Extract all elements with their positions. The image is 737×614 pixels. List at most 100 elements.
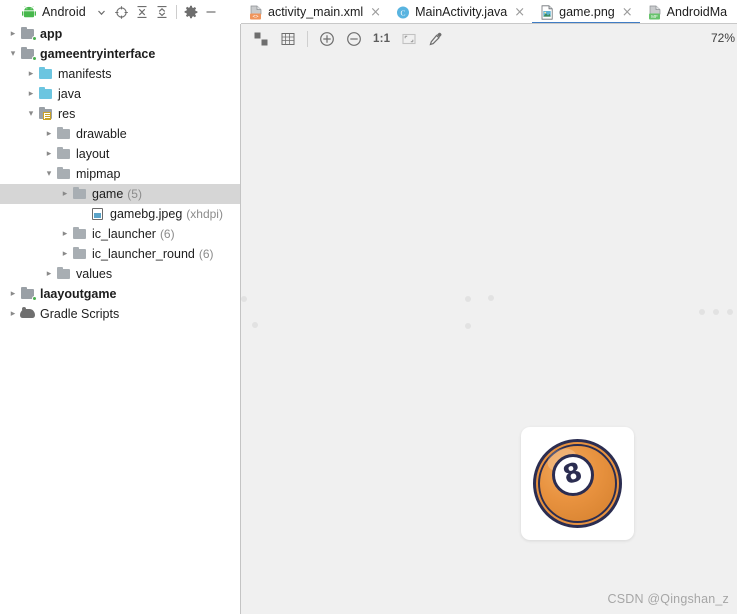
chevron-right-icon[interactable]: ▸	[6, 289, 20, 299]
image-preview-card[interactable]: 8	[521, 427, 634, 540]
chevron-right-icon[interactable]: ▸	[24, 89, 38, 99]
tree-row-label: laayoutgame	[40, 287, 117, 301]
project-tree[interactable]: ▸ app ▾ gameentryinterface ▸ manifests ▸…	[0, 24, 241, 614]
project-panel-title: Android	[42, 5, 86, 19]
image-canvas[interactable]: 8 CSDN @Qingshan_z	[241, 54, 737, 614]
tree-row-mipmap[interactable]: ▾ mipmap	[0, 164, 240, 184]
tree-row-gamebg-jpeg[interactable]: ▸ gamebg.jpeg (xhdpi)	[0, 204, 240, 224]
tab-label: MainActivity.java	[415, 5, 508, 19]
fit-to-window-button[interactable]	[396, 27, 422, 51]
toggle-transparency-chessboard-button[interactable]	[248, 27, 274, 51]
tree-row-label: manifests	[58, 67, 112, 81]
tab-label: game.png	[559, 5, 615, 19]
zoom-in-button[interactable]	[314, 27, 340, 51]
tree-row-res[interactable]: ▾ res	[0, 104, 240, 124]
blue-folder-icon	[38, 67, 54, 81]
actual-size-button[interactable]: 1:1	[368, 33, 395, 45]
module-folder-icon	[20, 47, 37, 61]
tree-row-label: layout	[76, 147, 110, 161]
project-panel-header: Android	[0, 0, 241, 24]
gray-folder-icon	[56, 267, 72, 281]
chevron-down-icon[interactable]	[92, 2, 112, 22]
canvas-speck	[252, 322, 258, 328]
res-folder-icon	[38, 107, 54, 121]
canvas-speck	[699, 309, 705, 315]
module-folder-icon	[20, 27, 37, 41]
chevron-down-icon[interactable]: ▾	[6, 49, 20, 59]
tree-row-label: res	[58, 107, 76, 121]
tab-label: activity_main.xml	[268, 5, 364, 19]
ball-number-label: 8	[559, 456, 586, 492]
tree-row-manifests[interactable]: ▸ manifests	[0, 64, 240, 84]
chevron-down-icon[interactable]: ▾	[42, 169, 56, 179]
tab-androidmanifest-xml[interactable]: MF AndroidMa	[640, 0, 734, 23]
chevron-down-icon[interactable]: ▾	[24, 109, 38, 119]
canvas-speck	[713, 309, 719, 315]
java-class-file-icon: C	[396, 5, 410, 20]
png-image-file-icon	[540, 4, 554, 20]
chevron-right-icon[interactable]: ▸	[42, 269, 56, 279]
gear-settings-icon[interactable]	[181, 2, 201, 22]
toggle-grid-button[interactable]	[275, 27, 301, 51]
hide-panel-icon[interactable]	[201, 2, 221, 22]
tree-row-ic-launcher[interactable]: ▸ ic_launcher (6)	[0, 224, 240, 244]
tree-row-label: ic_launcher	[92, 227, 156, 241]
tree-row-layout[interactable]: ▸ layout	[0, 144, 240, 164]
chevron-right-icon[interactable]: ▸	[24, 69, 38, 79]
chevron-right-icon[interactable]: ▸	[58, 249, 72, 259]
canvas-speck	[241, 296, 247, 302]
android-studio-window: Android <> activity_main.xml × C MainAct…	[0, 0, 737, 614]
tree-row-java[interactable]: ▸ java	[0, 84, 240, 104]
canvas-speck	[727, 309, 733, 315]
tree-row-gameentryinterface[interactable]: ▾ gameentryinterface	[0, 44, 240, 64]
eight-ball-icon: 8	[533, 439, 622, 528]
chevron-right-icon[interactable]: ▸	[6, 29, 20, 39]
close-icon[interactable]: ×	[370, 6, 381, 19]
tree-row-drawable[interactable]: ▸ drawable	[0, 124, 240, 144]
header-divider	[175, 5, 177, 19]
tree-row-label: gameentryinterface	[40, 47, 156, 61]
tree-row-label: java	[58, 87, 81, 101]
zoom-out-button[interactable]	[341, 27, 367, 51]
tree-row-laayoutgame[interactable]: ▸ laayoutgame	[0, 284, 240, 304]
close-icon[interactable]: ×	[622, 6, 633, 19]
locate-selection-icon[interactable]	[112, 2, 132, 22]
tree-row-label: game	[92, 187, 124, 201]
gray-folder-icon	[56, 147, 72, 161]
chevron-right-icon[interactable]: ▸	[42, 149, 56, 159]
chevron-right-icon[interactable]: ▸	[58, 189, 72, 199]
expand-all-icon[interactable]	[132, 2, 152, 22]
tree-row-label: Gradle Scripts	[40, 307, 120, 321]
collapse-all-icon[interactable]	[152, 2, 172, 22]
tree-row-gradle-scripts[interactable]: ▸ Gradle Scripts	[0, 304, 240, 324]
chevron-right-icon[interactable]: ▸	[42, 129, 56, 139]
canvas-speck	[465, 323, 471, 329]
tree-row-label: app	[40, 27, 63, 41]
gray-folder-icon	[56, 167, 72, 181]
canvas-speck	[465, 296, 471, 302]
tree-row-values[interactable]: ▸ values	[0, 264, 240, 284]
gray-folder-icon	[72, 227, 88, 241]
tree-row-qualifier: (xhdpi)	[186, 207, 223, 221]
tree-row-label: mipmap	[76, 167, 121, 181]
image-editor: 1:1 72% 8 CSDN @Qingshan_z	[241, 24, 737, 614]
tree-row-count: (6)	[198, 247, 214, 261]
top-strip: Android <> activity_main.xml × C MainAct…	[0, 0, 737, 24]
tab-game-png[interactable]: game.png ×	[532, 0, 640, 23]
tree-row-game[interactable]: ▸ game (5)	[0, 184, 240, 204]
tree-row-app[interactable]: ▸ app	[0, 24, 240, 44]
close-icon[interactable]: ×	[514, 6, 525, 19]
module-folder-icon	[20, 287, 37, 301]
zoom-level-label: 72%	[711, 31, 735, 45]
tree-row-label: drawable	[76, 127, 127, 141]
tab-mainactivity-java[interactable]: C MainActivity.java ×	[388, 0, 532, 23]
chevron-right-icon[interactable]: ▸	[58, 229, 72, 239]
tree-row-count: (6)	[159, 227, 175, 241]
gray-folder-icon	[72, 247, 88, 261]
tree-row-ic-launcher-round[interactable]: ▸ ic_launcher_round (6)	[0, 244, 240, 264]
color-picker-button[interactable]	[423, 27, 449, 51]
manifest-file-icon: MF	[648, 5, 662, 20]
svg-text:MF: MF	[651, 14, 658, 19]
chevron-right-icon[interactable]: ▸	[6, 309, 20, 319]
tab-activity-main-xml[interactable]: <> activity_main.xml ×	[241, 0, 388, 23]
